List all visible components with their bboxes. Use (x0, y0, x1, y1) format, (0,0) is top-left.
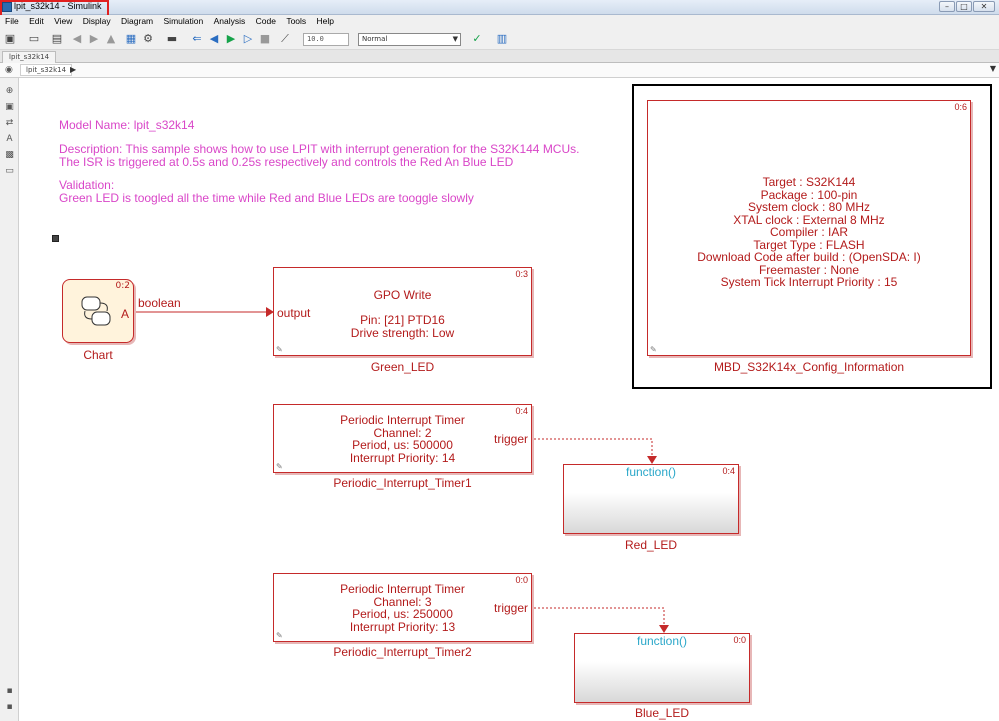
chevron-down-icon: ▼ (452, 35, 458, 43)
menu-view[interactable]: View (54, 15, 72, 28)
stateflow-chart-icon (81, 296, 111, 326)
wire-arrow-red-led (647, 456, 657, 464)
zoom-icon[interactable]: ⊕ (4, 86, 15, 97)
pit2-block-name[interactable]: Periodic_Interrupt_Timer2 (273, 645, 532, 659)
model-canvas[interactable]: Model Name: lpit_s32k14 Description: Thi… (20, 79, 999, 721)
chart-block-name[interactable]: Chart (62, 348, 134, 362)
save-icon[interactable]: ▤ (50, 32, 64, 46)
menu-file[interactable]: File (5, 15, 19, 28)
gpo-write-text: GPO Write Pin: [21] PTD16 Drive strength… (350, 288, 455, 340)
stop-icon[interactable]: ■ (258, 32, 272, 46)
green-led-block-name[interactable]: Green_LED (273, 360, 532, 374)
block-id: 0:6 (954, 102, 967, 112)
wire-pit1-to-red-led (530, 438, 653, 456)
function-port-label: function() (636, 634, 688, 648)
menu-simulation[interactable]: Simulation (164, 15, 204, 28)
back-arrow-icon[interactable]: ◀ (70, 32, 84, 46)
menu-analysis[interactable]: Analysis (214, 15, 246, 28)
menu-display[interactable]: Display (83, 15, 111, 28)
pit1-block-name[interactable]: Periodic_Interrupt_Timer1 (273, 476, 532, 490)
rewind-icon[interactable]: ◀ (207, 32, 221, 46)
menu-diagram[interactable]: Diagram (121, 15, 153, 28)
model-name-annotation: Model Name: lpit_s32k14 (59, 118, 195, 132)
menu-help[interactable]: Help (317, 15, 334, 28)
breadcrumb-item-lpit-s32k14[interactable]: lpit_s32k14 (20, 64, 73, 76)
minimize-button[interactable]: – (939, 1, 955, 12)
wire-arrow-blue-led (659, 625, 669, 633)
close-button[interactable]: ✕ (973, 1, 995, 12)
title-bar: lpit_s32k14 - Simulink – □ ✕ (0, 0, 999, 17)
block-id: 0:4 (722, 466, 735, 476)
block-id: 0:3 (515, 269, 528, 279)
menu-bar: File Edit View Display Diagram Simulatio… (0, 15, 999, 28)
breadcrumb-arrow-icon: ▶ (70, 65, 77, 74)
block-id: 0:2 (115, 281, 130, 291)
simulation-mode-value: Normal (362, 35, 388, 43)
arrow-icon[interactable]: ⇄ (4, 118, 15, 129)
breadcrumb: ◉ lpit_s32k14 ▶ ▼ (0, 63, 999, 78)
simulation-mode-select[interactable]: Normal ▼ (358, 33, 461, 46)
window-controls: – □ ✕ (939, 1, 995, 12)
blue-led-block-name[interactable]: Blue_LED (574, 706, 750, 720)
description-annotation: Description: This sample shows how to us… (59, 142, 580, 169)
red-led-block[interactable]: function() 0:4 (563, 464, 739, 534)
build-icon[interactable]: ▥ (495, 32, 509, 46)
wire-pit2-to-blue-led (530, 607, 665, 625)
output-port-label: output (277, 306, 311, 320)
trigger-port-label: trigger (493, 601, 528, 615)
mask-edit-icon[interactable]: ✎ (276, 345, 283, 354)
config-info-block-name[interactable]: MBD_S32K14x_Config_Information (647, 360, 971, 374)
mask-edit-icon[interactable]: ✎ (276, 631, 283, 640)
open-folder-icon[interactable]: ▭ (27, 32, 41, 46)
function-port-label: function() (625, 465, 677, 479)
menu-code[interactable]: Code (256, 15, 276, 28)
chart-block[interactable]: 0:2 A (62, 279, 134, 343)
run-icon[interactable]: ▶ (224, 32, 238, 46)
left-palette: ⊕ ▣ ⇄ A ▩ ▭ ▪ ▪ (0, 78, 19, 721)
pit1-block[interactable]: 0:4 Periodic Interrupt Timer Channel: 2 … (273, 404, 532, 473)
pit2-block[interactable]: 0:0 Periodic Interrupt Timer Channel: 3 … (273, 573, 532, 642)
validation-annotation: Validation: Green LED is toogled all the… (59, 178, 474, 205)
mask-edit-icon[interactable]: ✎ (276, 462, 283, 471)
hide-browser-icon[interactable]: ◉ (5, 65, 13, 75)
chart-port-label: A (120, 307, 129, 321)
collapse-icon[interactable]: ▪ (4, 702, 15, 713)
blue-led-block[interactable]: function() 0:0 (574, 633, 750, 703)
scope-icon[interactable]: ⟋ (278, 32, 292, 46)
up-arrow-icon[interactable]: ▲ (104, 32, 118, 46)
explorer-bar-icon[interactable]: ▪ (4, 686, 15, 697)
pit2-text: Periodic Interrupt Timer Channel: 3 Peri… (340, 582, 465, 634)
mask-edit-icon[interactable]: ✎ (650, 345, 657, 354)
tab-lpit-s32k14[interactable]: lpit_s32k14 (2, 51, 57, 63)
maximize-button[interactable]: □ (956, 1, 972, 12)
model-advisor-icon[interactable]: ✓ (470, 32, 484, 46)
forward-arrow-icon[interactable]: ▶ (87, 32, 101, 46)
menu-tools[interactable]: Tools (286, 15, 306, 28)
config-info-block[interactable]: 0:6 Target : S32K144 Package : 100-pin S… (647, 100, 971, 356)
step-back-icon[interactable]: ⇐ (190, 32, 204, 46)
green-led-block[interactable]: 0:3 GPO Write Pin: [21] PTD16 Drive stre… (273, 267, 532, 356)
model-settings-icon[interactable]: ⚙ (141, 32, 155, 46)
config-info-text: Target : S32K144 Package : 100-pin Syste… (697, 175, 921, 289)
image-annotation-icon[interactable] (52, 235, 59, 242)
new-model-icon[interactable]: ▣ (3, 32, 17, 46)
area-icon[interactable]: ▭ (4, 166, 15, 177)
library-browser-icon[interactable]: ▦ (124, 32, 138, 46)
trigger-port-label: trigger (493, 432, 528, 446)
step-forward-icon[interactable]: ▷ (241, 32, 255, 46)
model-explorer-icon[interactable]: ▬ (165, 32, 179, 46)
model-tab-strip: lpit_s32k14 (0, 50, 999, 63)
annotation-icon[interactable]: A (4, 134, 15, 145)
block-id: 0:0 (733, 635, 746, 645)
boolean-signal-label: boolean (138, 296, 181, 310)
toolbar: ▣ ▭ ▤ ◀ ▶ ▲ ▦ ⚙ ▬ ⇐ ◀ ▶ ▷ ■ ⟋ 10.0 Norma… (0, 28, 999, 50)
menu-edit[interactable]: Edit (29, 15, 44, 28)
breadcrumb-dropdown-icon[interactable]: ▼ (990, 64, 996, 73)
image-icon[interactable]: ▩ (4, 150, 15, 161)
stop-time-field[interactable]: 10.0 (303, 33, 349, 46)
red-led-block-name[interactable]: Red_LED (563, 538, 739, 552)
fit-view-icon[interactable]: ▣ (4, 102, 15, 113)
pit1-text: Periodic Interrupt Timer Channel: 2 Peri… (340, 413, 465, 465)
